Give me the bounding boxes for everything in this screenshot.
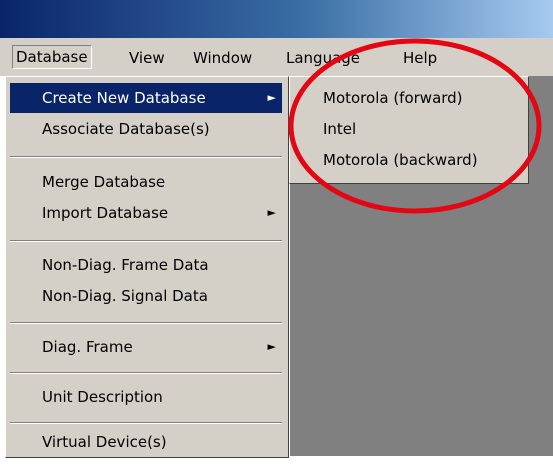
menu-item-label: Diag. Frame [42,338,133,356]
menu-item-label: Create New Database [42,89,206,107]
submenu-item-motorola-forward[interactable]: Motorola (forward) [293,83,525,113]
submenu-item-label: Motorola (backward) [323,151,478,169]
menu-item-label: Unit Description [42,388,163,406]
menu-separator [10,422,282,424]
menu-item-unit-description[interactable]: Unit Description [10,382,282,412]
submenu-item-label: Motorola (forward) [323,89,463,107]
menu-help[interactable]: Help [403,46,437,70]
menu-item-label: Virtual Device(s) [42,433,167,451]
menu-database[interactable]: Database [12,45,92,69]
menu-item-label: Associate Database(s) [42,120,210,138]
menu-item-create-new-database[interactable]: Create New Database ► [10,83,282,113]
submenu-item-motorola-backward[interactable]: Motorola (backward) [293,145,525,175]
submenu-item-label: Intel [323,120,357,138]
menu-language[interactable]: Language [286,46,360,70]
menu-item-non-diag-frame-data[interactable]: Non-Diag. Frame Data [10,250,282,280]
create-new-database-submenu: Motorola (forward) Intel Motorola (backw… [289,76,529,184]
chevron-right-icon: ► [267,91,276,104]
menu-separator [10,372,282,374]
chevron-right-icon: ► [267,206,276,219]
menu-item-label: Import Database [42,204,169,222]
menu-item-import-database[interactable]: Import Database ► [10,198,282,228]
database-dropdown-menu: Create New Database ► Associate Database… [5,76,289,458]
menu-item-label: Merge Database [42,173,166,191]
title-bar [0,0,553,38]
menu-separator [10,240,282,242]
menu-item-virtual-devices[interactable]: Virtual Device(s) [10,427,282,457]
menu-item-non-diag-signal-data[interactable]: Non-Diag. Signal Data [10,281,282,311]
menu-item-associate-database[interactable]: Associate Database(s) [10,114,282,144]
menu-item-label: Non-Diag. Signal Data [42,287,208,305]
menu-view[interactable]: View [129,46,165,70]
menu-separator [10,156,282,158]
menu-bar: Database View Window Language Help [0,38,553,76]
menu-separator [10,322,282,324]
menu-item-merge-database[interactable]: Merge Database [10,167,282,197]
submenu-item-intel[interactable]: Intel [293,114,525,144]
menu-window[interactable]: Window [193,46,252,70]
menu-item-diag-frame[interactable]: Diag. Frame ► [10,332,282,362]
menu-item-label: Non-Diag. Frame Data [42,256,209,274]
chevron-right-icon: ► [267,340,276,353]
